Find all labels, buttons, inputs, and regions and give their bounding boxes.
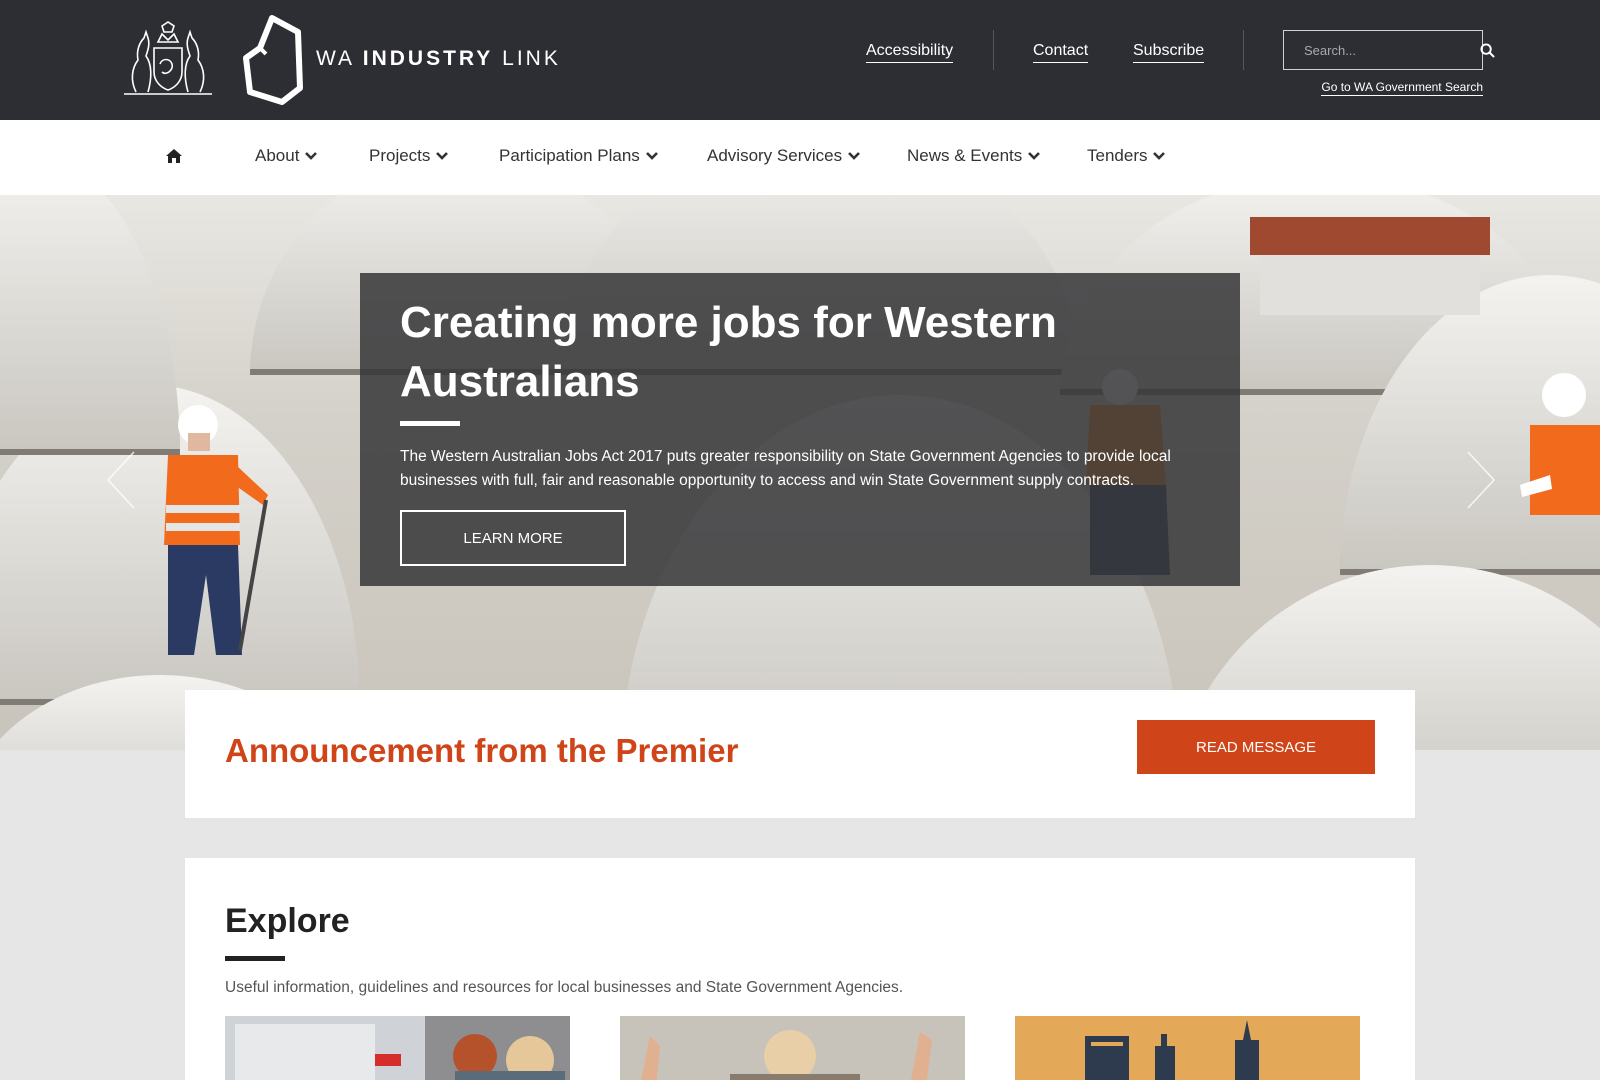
explore-description: Useful information, guidelines and resou… [225,979,904,996]
nav-item-label: Advisory Services [707,146,843,165]
search-box [1283,30,1495,70]
announcement-title: Announcement from the Premier [225,732,739,769]
nav-item-participation-plans[interactable]: Participation Plans [499,146,658,166]
subscribe-link[interactable]: Subscribe [1133,42,1205,63]
wa-industry-link-logo[interactable] [242,14,304,106]
search-icon [1480,42,1495,58]
brand-name: WA INDUSTRY LINK [316,47,561,71]
nav-item-label: Tenders [1087,146,1148,165]
learn-more-button[interactable]: LEARN MORE [400,510,626,566]
explore-card-photo [1015,1016,1360,1080]
explore-title: Explore [225,902,350,940]
hero-title-underline [400,421,460,426]
home-icon [166,149,182,163]
hero-description: The Western Australian Jobs Act 2017 put… [400,448,1171,489]
explore-title-underline [225,956,285,961]
chevron-down-icon [1028,152,1041,160]
wa-government-search-link[interactable]: Go to WA Government Search [1321,80,1483,96]
explore-card-image[interactable] [1015,1016,1360,1080]
nav-item-projects[interactable]: Projects [369,146,449,166]
hero-title: Creating more jobs for Western Australia… [400,298,1057,406]
carousel-prev-icon[interactable] [106,450,136,510]
nav-home[interactable] [166,149,182,168]
search-button[interactable] [1480,31,1495,69]
announcement-banner: Announcement from the Premier READ MESSA… [185,690,1415,818]
nav-item-tenders[interactable]: Tenders [1087,146,1166,166]
search-input[interactable] [1284,31,1480,69]
explore-section: Explore Useful information, guidelines a… [185,858,1415,1080]
nav-item-news-events[interactable]: News & Events [907,146,1041,166]
worker-figure [1520,373,1600,515]
header-divider [993,30,994,70]
chevron-down-icon [1153,152,1166,160]
contact-link[interactable]: Contact [1033,42,1089,63]
nav-item-advisory-services[interactable]: Advisory Services [707,146,861,166]
header-divider [1243,30,1244,70]
brand-prefix: WA [316,47,354,70]
read-message-button[interactable]: READ MESSAGE [1137,720,1375,774]
explore-card-photo [620,1016,965,1080]
nav-item-label: Participation Plans [499,146,640,165]
explore-card-photo [225,1016,570,1080]
main-nav: About Projects Participation Plans Advis… [0,120,1600,195]
brand-main: INDUSTRY [362,47,494,70]
carousel-next-icon[interactable] [1466,450,1496,510]
wa-coat-of-arms-logo[interactable] [116,20,220,100]
nav-item-label: News & Events [907,146,1023,165]
chevron-down-icon [436,152,449,160]
accessibility-link[interactable]: Accessibility [866,42,954,63]
hero-carousel: Creating more jobs for Western Australia… [0,195,1600,750]
nav-item-label: About [255,146,300,165]
nav-item-label: Projects [369,146,431,165]
chevron-down-icon [305,152,318,160]
hero-caption-panel: Creating more jobs for Western Australia… [360,273,1240,586]
brand-suffix: LINK [502,47,561,70]
chevron-down-icon [645,152,658,160]
explore-card-image[interactable] [225,1016,570,1080]
chevron-down-icon [848,152,861,160]
explore-card-image[interactable] [620,1016,965,1080]
nav-item-about[interactable]: About [255,146,318,166]
worker-figure [164,405,268,655]
top-header: WA INDUSTRY LINK Accessibility Contact S… [0,0,1600,120]
